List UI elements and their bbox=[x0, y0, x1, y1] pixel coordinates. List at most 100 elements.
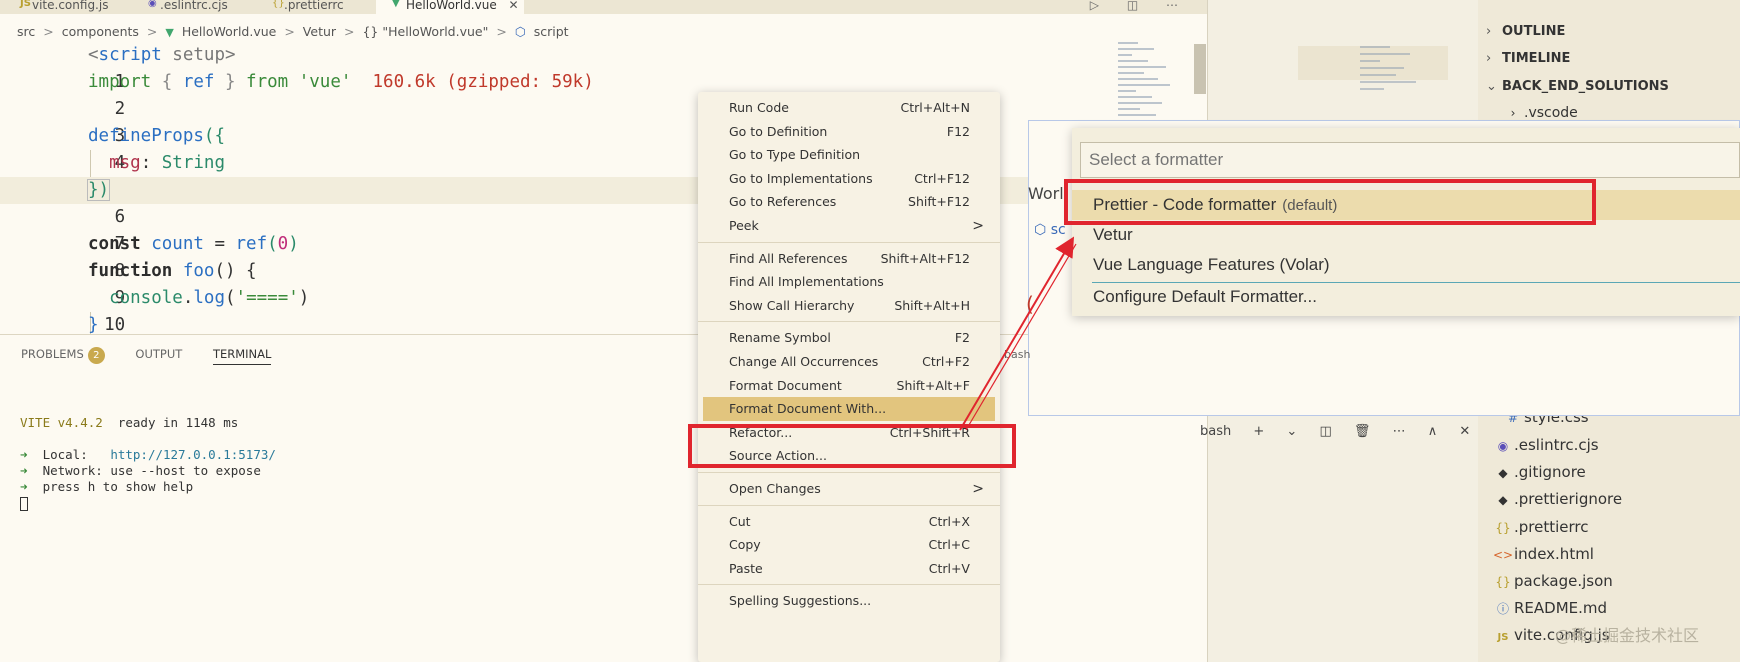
menu-shortcut: Ctrl+Alt+N bbox=[900, 100, 970, 115]
background-text-fragment: bash bbox=[1004, 348, 1031, 361]
problems-count-badge: 2 bbox=[87, 347, 105, 364]
tab-prettierrc[interactable]: {} .prettierrc bbox=[270, 0, 370, 14]
file-item[interactable]: <>index.html bbox=[1492, 545, 1594, 563]
breadcrumb-item-file[interactable]: HelloWorld.vue bbox=[182, 24, 277, 39]
maximize-panel-icon[interactable]: ∧ bbox=[1428, 424, 1438, 439]
menu-item-find-all-references[interactable]: Find All References Shift+Alt+F12 bbox=[698, 247, 1000, 271]
close-panel-icon[interactable]: ✕ bbox=[1459, 424, 1470, 439]
tab-output[interactable]: OUTPUT bbox=[135, 347, 182, 361]
tab-vite-config[interactable]: JS vite.config.js bbox=[18, 0, 136, 14]
annotation-box-prettier bbox=[1064, 179, 1596, 225]
breadcrumb-item-script[interactable]: script bbox=[534, 24, 569, 39]
menu-item-go-to-implementations[interactable]: Go to Implementations Ctrl+F12 bbox=[698, 167, 1000, 191]
breadcrumb-separator: > bbox=[284, 24, 295, 39]
js-file-icon: JS bbox=[1497, 632, 1509, 643]
editor-actions[interactable]: ▷ ◫ ⋯ bbox=[1090, 0, 1190, 12]
more-icon[interactable]: ⋯ bbox=[1393, 424, 1406, 439]
file-item[interactable]: ◆ .gitignore bbox=[1492, 463, 1585, 481]
add-terminal-icon[interactable]: + bbox=[1253, 424, 1264, 439]
breadcrumb-separator: > bbox=[344, 24, 355, 39]
menu-separator bbox=[698, 321, 1000, 323]
tab-terminal[interactable]: TERMINAL bbox=[212, 347, 272, 365]
menu-item-find-all-implementations[interactable]: Find All Implementations bbox=[698, 270, 1000, 294]
menu-separator bbox=[698, 584, 1000, 586]
cube-icon: ⬡ bbox=[1034, 222, 1047, 238]
section-timeline[interactable]: › TIMELINE bbox=[1486, 51, 1570, 66]
menu-shortcut: Ctrl+V bbox=[928, 560, 970, 576]
tab-eslintrc[interactable]: ◉ .eslintrc.cjs bbox=[146, 0, 264, 14]
breadcrumb-separator: > bbox=[146, 24, 158, 39]
background-text-fragment: Worl bbox=[1028, 184, 1064, 203]
breadcrumb-separator: > bbox=[496, 24, 507, 39]
menu-item-spelling-suggestions[interactable]: Spelling Suggestions... bbox=[698, 589, 1000, 613]
menu-item-copy[interactable]: Copy Ctrl+C bbox=[698, 533, 1000, 557]
bottom-panel: PROBLEMS 2 OUTPUT TERMINAL VITE v4.4.2 re… bbox=[0, 334, 1207, 662]
html-file-icon: <> bbox=[1492, 548, 1514, 562]
annotation-box-menu bbox=[688, 424, 1016, 468]
terminal-output[interactable]: VITE v4.4.2 ready in 1148 ms ➜ Local: ht… bbox=[20, 399, 276, 511]
chevron-right-icon: > bbox=[972, 218, 984, 234]
chevron-down-icon: ⌄ bbox=[1486, 79, 1497, 94]
menu-shortcut: Ctrl+F12 bbox=[914, 170, 970, 186]
section-project[interactable]: ⌄ BACK_END_SOLUTIONS bbox=[1486, 79, 1669, 94]
breadcrumb-item-module[interactable]: {} "HelloWorld.vue" bbox=[362, 24, 488, 39]
file-item[interactable]: {} .prettierrc bbox=[1492, 518, 1588, 536]
formatter-search-input[interactable] bbox=[1080, 142, 1740, 178]
chevron-right-icon: > bbox=[972, 481, 984, 497]
arrow-icon: ➜ bbox=[20, 447, 28, 462]
menu-item-paste[interactable]: Paste Ctrl+V bbox=[698, 557, 1000, 581]
menu-item-rename-symbol[interactable]: Rename Symbol F2 bbox=[698, 326, 1000, 350]
panel-tab-bar: PROBLEMS 2 OUTPUT TERMINAL bbox=[21, 347, 298, 365]
menu-item-open-changes[interactable]: Open Changes > bbox=[698, 477, 1000, 501]
file-item[interactable]: {} package.json bbox=[1492, 572, 1612, 590]
menu-separator bbox=[698, 504, 1000, 506]
menu-shortcut: F12 bbox=[946, 123, 970, 139]
trash-icon[interactable]: 🗑 bbox=[1354, 424, 1371, 439]
menu-item-format-document-with[interactable]: Format Document With... bbox=[703, 397, 995, 422]
folder-vscode[interactable]: › .vscode bbox=[1502, 105, 1578, 121]
configure-default-formatter[interactable]: Configure Default Formatter... bbox=[1072, 282, 1740, 312]
tab-problems[interactable]: PROBLEMS 2 bbox=[21, 347, 105, 364]
js-file-icon: JS bbox=[20, 0, 31, 9]
menu-item-peek[interactable]: Peek > bbox=[698, 214, 1000, 238]
code-line: 1 <script setup> bbox=[0, 42, 1080, 92]
terminal-name[interactable]: bash bbox=[1200, 424, 1231, 439]
menu-item-run-code[interactable]: Run Code Ctrl+Alt+N bbox=[698, 96, 1000, 120]
editor-tab-bar: JS vite.config.js ◉ .eslintrc.cjs {} .pr… bbox=[0, 0, 1207, 14]
file-item[interactable]: ⓘ README.md bbox=[1492, 599, 1607, 617]
menu-item-cut[interactable]: Cut Ctrl+X bbox=[698, 510, 1000, 534]
section-outline[interactable]: › OUTLINE bbox=[1486, 24, 1565, 39]
formatter-option-volar[interactable]: Vue Language Features (Volar) bbox=[1072, 250, 1740, 280]
menu-item-go-to-references[interactable]: Go to References Shift+F12 bbox=[698, 190, 1000, 214]
vue-file-icon: ▼ bbox=[392, 0, 400, 9]
json-file-icon: {} bbox=[272, 0, 285, 9]
chevron-right-icon: › bbox=[1486, 24, 1492, 39]
file-item[interactable]: ◆ .prettierignore bbox=[1492, 490, 1622, 508]
arrow-icon: ➜ bbox=[20, 479, 28, 494]
menu-item-go-to-definition[interactable]: Go to Definition F12 bbox=[698, 120, 1000, 144]
breadcrumb-item-components[interactable]: components bbox=[62, 24, 139, 39]
menu-shortcut: Shift+Alt+F bbox=[896, 377, 970, 393]
menu-item-change-all-occurrences[interactable]: Change All Occurrences Ctrl+F2 bbox=[698, 350, 1000, 374]
editor-window: JS vite.config.js ◉ .eslintrc.cjs {} .pr… bbox=[0, 0, 1208, 662]
json-file-icon: {} bbox=[1495, 575, 1511, 589]
import-cost-hint: 160.6k (gzipped: 59k) bbox=[351, 72, 594, 92]
close-icon[interactable]: ✕ bbox=[509, 0, 519, 12]
file-item[interactable]: ◉ .eslintrc.cjs bbox=[1492, 436, 1599, 454]
info-icon: ⓘ bbox=[1496, 602, 1509, 616]
vue-file-icon: ▼ bbox=[165, 26, 174, 39]
local-url-link[interactable]: http://127.0.0.1:5173/ bbox=[110, 447, 276, 462]
menu-item-show-call-hierarchy[interactable]: Show Call Hierarchy Shift+Alt+H bbox=[698, 294, 1000, 318]
eslint-file-icon: ◉ bbox=[148, 0, 157, 9]
breadcrumb-separator: > bbox=[43, 24, 54, 39]
background-text-fragment: ⬡ sc bbox=[1034, 222, 1066, 238]
chevron-down-icon[interactable]: ⌄ bbox=[1286, 424, 1297, 439]
menu-item-go-to-type-definition[interactable]: Go to Type Definition bbox=[698, 143, 1000, 167]
split-terminal-icon[interactable]: ◫ bbox=[1319, 424, 1331, 439]
menu-item-format-document[interactable]: Format Document Shift+Alt+F bbox=[698, 374, 1000, 398]
breadcrumb-item-src[interactable]: src bbox=[17, 24, 35, 39]
tab-helloworld-vue[interactable]: ▼ HelloWorld.vue ✕ bbox=[376, 0, 524, 14]
breadcrumb-item-vetur[interactable]: Vetur bbox=[303, 24, 336, 39]
cube-icon: ⬡ bbox=[514, 24, 526, 39]
vertical-scrollbar[interactable] bbox=[1194, 44, 1206, 94]
